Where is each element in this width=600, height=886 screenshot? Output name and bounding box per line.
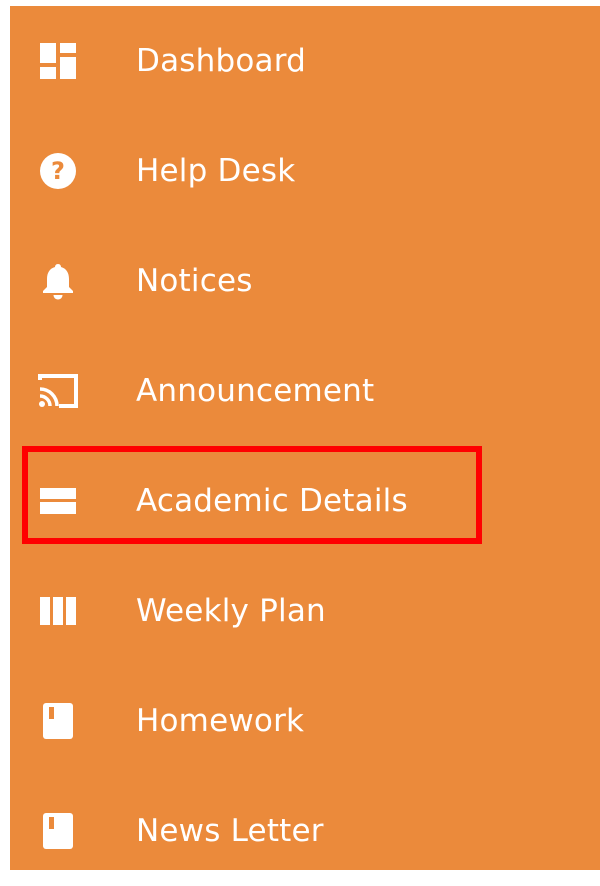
sidebar-item-news-letter[interactable]: News Letter (10, 776, 600, 886)
cast-icon (36, 369, 80, 413)
card-icon (36, 479, 80, 523)
sidebar-item-label: Help Desk (136, 153, 296, 189)
sidebar-menu: Dashboard ? Help Desk Notices Announceme… (10, 6, 600, 870)
sidebar-item-announcement[interactable]: Announcement (10, 336, 600, 446)
sidebar-item-academic-details[interactable]: Academic Details (10, 446, 600, 556)
sidebar-item-label: Homework (136, 703, 305, 739)
sidebar-item-label: Academic Details (136, 483, 408, 519)
columns-icon (36, 589, 80, 633)
question-circle-icon: ? (36, 149, 80, 193)
svg-text:?: ? (51, 157, 65, 185)
sidebar-item-help-desk[interactable]: ? Help Desk (10, 116, 600, 226)
sidebar-item-homework[interactable]: Homework (10, 666, 600, 776)
sidebar-item-label: Weekly Plan (136, 593, 326, 629)
sidebar-item-weekly-plan[interactable]: Weekly Plan (10, 556, 600, 666)
sidebar-item-label: News Letter (136, 813, 324, 849)
sidebar-item-notices[interactable]: Notices (10, 226, 600, 336)
book-icon (36, 809, 80, 853)
book-icon (36, 699, 80, 743)
sidebar-item-dashboard[interactable]: Dashboard (10, 6, 600, 116)
sidebar-item-label: Announcement (136, 373, 375, 409)
sidebar-item-label: Notices (136, 263, 253, 299)
bell-icon (36, 259, 80, 303)
dashboard-grid-icon (36, 39, 80, 83)
sidebar-item-label: Dashboard (136, 43, 306, 79)
